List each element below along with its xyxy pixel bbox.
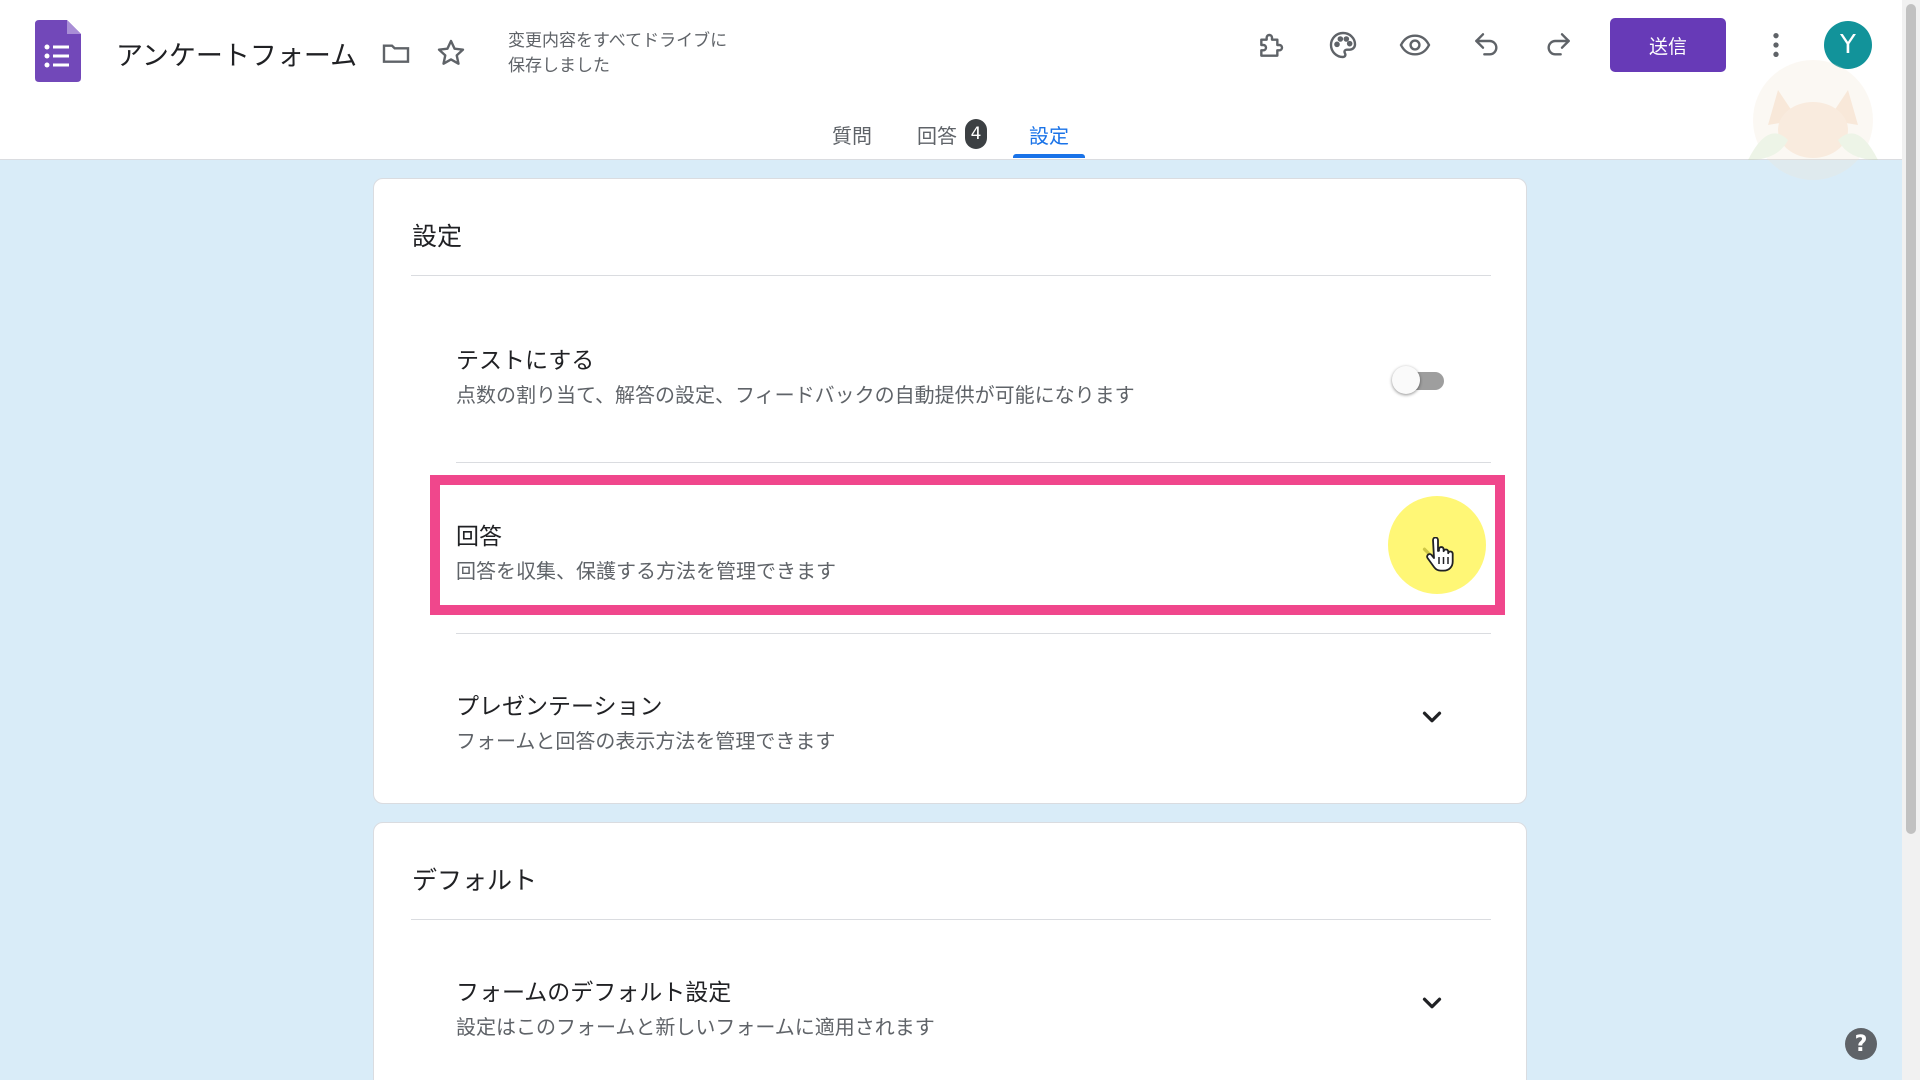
chevron-down-icon <box>1422 997 1442 1009</box>
redo-icon <box>1547 33 1570 56</box>
quiz-toggle[interactable] <box>1392 365 1448 395</box>
settings-card: 設定 テストにする 点数の割り当て、解答の設定、フィードバックの自動提供が可能に… <box>373 178 1527 804</box>
divider <box>456 462 1491 463</box>
divider <box>411 919 1491 920</box>
app-header: アンケートフォーム 変更内容をすべてドライブに 保存しました 送信 Y 質問 回… <box>0 0 1902 180</box>
tab-settings[interactable]: 設定 <box>1013 110 1085 158</box>
responses-setting-description: 回答を収集、保護する方法を管理できます <box>456 559 836 583</box>
add-ons-button[interactable] <box>1248 21 1296 69</box>
presentation-expand-button[interactable] <box>1412 697 1452 737</box>
palette-icon <box>1329 31 1357 59</box>
quiz-setting-description: 点数の割り当て、解答の設定、フィードバックの自動提供が可能になります <box>456 383 1135 407</box>
chevron-down-icon <box>1422 547 1442 559</box>
tab-bar: 質問 回答 4 設定 <box>0 110 1902 160</box>
scrollbar-thumb[interactable] <box>1906 4 1916 834</box>
response-count-badge: 4 <box>965 119 987 149</box>
move-to-folder-button[interactable] <box>372 29 420 77</box>
form-defaults-description: 設定はこのフォームと新しいフォームに適用されます <box>456 1015 935 1039</box>
page-scrollbar[interactable] <box>1902 0 1920 1080</box>
defaults-card-title: デフォルト <box>412 866 538 895</box>
toggle-thumb <box>1392 366 1420 394</box>
puzzle-icon <box>1260 33 1284 57</box>
tab-questions[interactable]: 質問 <box>818 110 886 158</box>
folder-icon <box>382 44 410 63</box>
active-tab-indicator <box>1013 154 1085 158</box>
quiz-setting-title: テストにする <box>456 348 595 374</box>
chevron-down-icon <box>1422 711 1442 723</box>
presentation-setting-title: プレゼンテーション <box>456 694 663 720</box>
send-button[interactable]: 送信 <box>1610 18 1726 72</box>
divider <box>456 633 1491 634</box>
star-icon <box>437 39 465 65</box>
settings-card-title: 設定 <box>412 222 463 251</box>
form-defaults-title: フォームのデフォルト設定 <box>456 980 732 1006</box>
forms-logo-icon[interactable] <box>35 20 81 82</box>
defaults-card: デフォルト フォームのデフォルト設定 設定はこのフォームと新しいフォームに適用さ… <box>373 822 1527 1080</box>
help-button[interactable]: ? <box>1845 1028 1877 1060</box>
preview-button[interactable] <box>1391 21 1439 69</box>
presentation-setting-description: フォームと回答の表示方法を管理できます <box>456 729 836 753</box>
undo-icon <box>1475 33 1498 56</box>
redo-button[interactable] <box>1534 21 1582 69</box>
responses-setting-title: 回答 <box>456 524 502 550</box>
customize-theme-button[interactable] <box>1319 21 1367 69</box>
save-status: 変更内容をすべてドライブに 保存しました <box>508 31 728 76</box>
eye-icon <box>1399 34 1431 56</box>
divider <box>411 275 1491 276</box>
responses-expand-button[interactable] <box>1412 533 1452 573</box>
star-button[interactable] <box>427 29 475 77</box>
document-title[interactable]: アンケートフォーム <box>116 34 357 73</box>
form-defaults-expand-button[interactable] <box>1412 983 1452 1023</box>
undo-button[interactable] <box>1463 21 1511 69</box>
tab-responses[interactable]: 回答 4 <box>902 110 1002 158</box>
